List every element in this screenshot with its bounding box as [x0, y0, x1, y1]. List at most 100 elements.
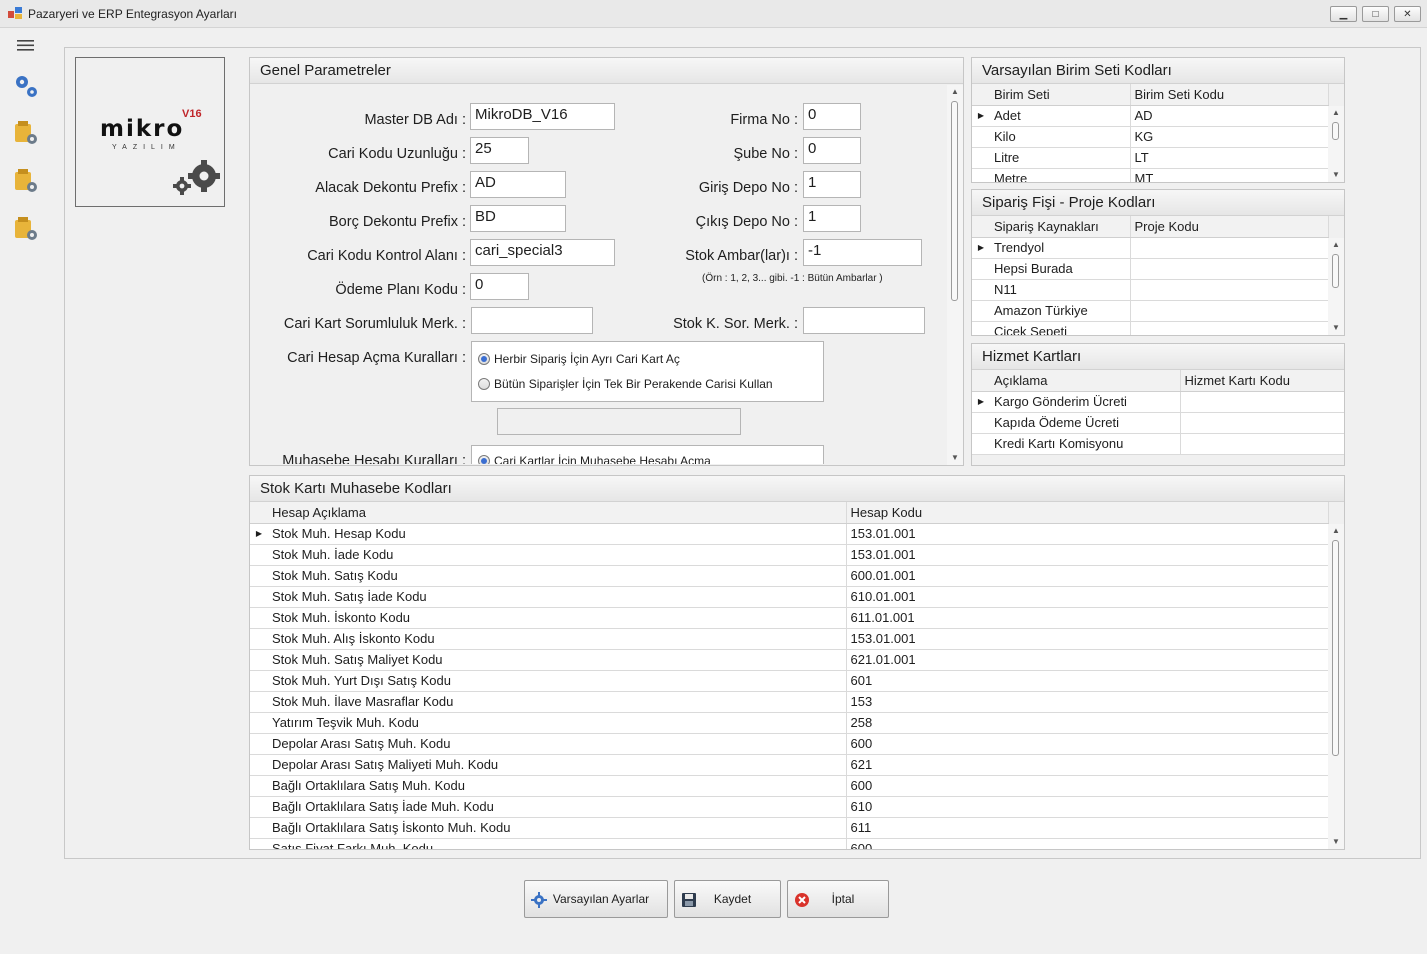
table-cell[interactable]: AD	[1130, 105, 1329, 127]
table-cell[interactable]: Stok Muh. İade Kodu	[268, 544, 847, 566]
cari-kontrol-input[interactable]: cari_special3	[470, 239, 615, 266]
column-header[interactable]: Proje Kodu	[1130, 216, 1329, 238]
table-cell[interactable]	[1180, 433, 1344, 455]
table-cell[interactable]: 611	[846, 817, 1329, 839]
table-row[interactable]: Bağlı Ortaklılara Satış İade Muh. Kodu 61…	[250, 796, 1329, 818]
folder-settings-icon[interactable]	[12, 118, 40, 146]
table-cell[interactable]: 153.01.001	[846, 628, 1329, 650]
table-row[interactable]: Stok Muh. Yurt Dışı Satış Kodu 601	[250, 670, 1329, 692]
table-cell[interactable]: Bağlı Ortaklılara Satış Muh. Kodu	[268, 775, 847, 797]
stok-sorumluluk-input[interactable]	[803, 307, 925, 334]
table-cell[interactable]	[1130, 258, 1329, 280]
radio-tek-cari[interactable]: Bütün Siparişler İçin Tek Bir Perakende …	[478, 377, 773, 391]
scroll-thumb[interactable]	[951, 101, 958, 301]
table-row[interactable]: Bağlı Ortaklılara Satış İskonto Muh. Kod…	[250, 817, 1329, 839]
table-cell[interactable]: 153.01.001	[846, 544, 1329, 566]
table-row[interactable]: Stok Muh. Alış İskonto Kodu 153.01.001	[250, 628, 1329, 650]
table-cell[interactable]: Stok Muh. İlave Masraflar Kodu	[268, 691, 847, 713]
table-cell[interactable]: KG	[1130, 126, 1329, 148]
birim-scrollbar[interactable]: ▲ ▼	[1328, 106, 1344, 182]
table-row[interactable]: Hepsi Burada	[972, 258, 1329, 280]
table-cell[interactable]: Çiçek Sepeti	[990, 321, 1131, 335]
cari-sorumluluk-input[interactable]	[471, 307, 593, 334]
cari-length-input[interactable]: 25	[470, 137, 529, 164]
radio-muhasebe-acma[interactable]: Cari Kartlar İçin Muhasebe Hesabı Açma	[478, 454, 711, 464]
table-cell[interactable]: 601	[846, 670, 1329, 692]
table-cell[interactable]: MT	[1130, 168, 1329, 182]
table-cell[interactable]: Stok Muh. Satış İade Kodu	[268, 586, 847, 608]
table-row[interactable]: ▶ Adet AD	[972, 105, 1329, 127]
cikis-depo-input[interactable]: 1	[803, 205, 861, 232]
stok-ambar-input[interactable]: -1	[803, 239, 922, 266]
table-row[interactable]: Stok Muh. Satış Kodu 600.01.001	[250, 565, 1329, 587]
table-cell[interactable]: Kilo	[990, 126, 1131, 148]
column-header[interactable]: Hesap Kodu	[846, 502, 1329, 524]
table-cell[interactable]: Yatırım Teşvik Muh. Kodu	[268, 712, 847, 734]
table-row[interactable]: Kapıda Ödeme Ücreti	[972, 412, 1344, 434]
table-row[interactable]: Stok Muh. İade Kodu 153.01.001	[250, 544, 1329, 566]
table-cell[interactable]	[1130, 300, 1329, 322]
table-cell[interactable]: 611.01.001	[846, 607, 1329, 629]
table-row[interactable]: Kredi Kartı Komisyonu	[972, 433, 1344, 455]
table-row[interactable]: ▶ Kargo Gönderim Ücreti	[972, 391, 1344, 413]
scroll-thumb[interactable]	[1332, 540, 1339, 756]
table-row[interactable]: N11	[972, 279, 1329, 301]
table-cell[interactable]	[1130, 237, 1329, 259]
table-cell[interactable]: 610.01.001	[846, 586, 1329, 608]
cancel-button[interactable]: İptal	[787, 880, 889, 918]
table-cell[interactable]: Trendyol	[990, 237, 1131, 259]
table-cell[interactable]	[1130, 321, 1329, 335]
column-header[interactable]: Hesap Açıklama	[268, 502, 847, 524]
scroll-thumb[interactable]	[1332, 122, 1339, 140]
save-button[interactable]: Kaydet	[674, 880, 781, 918]
giris-depo-input[interactable]: 1	[803, 171, 861, 198]
table-cell[interactable]: 600	[846, 733, 1329, 755]
table-cell[interactable]: Hepsi Burada	[990, 258, 1131, 280]
table-row[interactable]: Metre MT	[972, 168, 1329, 182]
table-row[interactable]: ▶ Stok Muh. Hesap Kodu 153.01.001	[250, 523, 1329, 545]
minimize-button[interactable]: ▁	[1330, 6, 1357, 22]
table-cell[interactable]: Depolar Arası Satış Maliyeti Muh. Kodu	[268, 754, 847, 776]
borc-prefix-input[interactable]: BD	[470, 205, 566, 232]
table-row[interactable]: Stok Muh. İskonto Kodu 611.01.001	[250, 607, 1329, 629]
scroll-down-icon[interactable]: ▼	[947, 451, 963, 465]
table-cell[interactable]: Bağlı Ortaklılara Satış İade Muh. Kodu	[268, 796, 847, 818]
table-cell[interactable]: Satış Fiyat Farkı Muh. Kodu	[268, 838, 847, 849]
table-row[interactable]: Litre LT	[972, 147, 1329, 169]
alacak-prefix-input[interactable]: AD	[470, 171, 566, 198]
table-cell[interactable]	[1180, 391, 1344, 413]
table-row[interactable]: Stok Muh. İlave Masraflar Kodu 153	[250, 691, 1329, 713]
table-row[interactable]: Depolar Arası Satış Muh. Kodu 600	[250, 733, 1329, 755]
scroll-down-icon[interactable]: ▼	[1328, 321, 1344, 335]
defaults-button[interactable]: Varsayılan Ayarlar	[524, 880, 668, 918]
folder-settings-icon[interactable]	[12, 214, 40, 242]
scroll-up-icon[interactable]: ▲	[1328, 238, 1344, 252]
table-cell[interactable]: Kredi Kartı Komisyonu	[990, 433, 1181, 455]
column-header[interactable]: Hizmet Kartı Kodu	[1180, 370, 1344, 392]
scroll-down-icon[interactable]: ▼	[1328, 835, 1344, 849]
table-cell[interactable]: 153.01.001	[846, 523, 1329, 545]
sube-no-input[interactable]: 0	[803, 137, 861, 164]
radio-ayri-cari[interactable]: Herbir Sipariş İçin Ayrı Cari Kart Aç	[478, 352, 680, 366]
table-cell[interactable]: Litre	[990, 147, 1131, 169]
table-cell[interactable]: 621.01.001	[846, 649, 1329, 671]
table-row[interactable]: Stok Muh. Satış İade Kodu 610.01.001	[250, 586, 1329, 608]
table-cell[interactable]: 153	[846, 691, 1329, 713]
table-cell[interactable]: 621	[846, 754, 1329, 776]
master-db-input[interactable]: MikroDB_V16	[470, 103, 615, 130]
table-row[interactable]: Çiçek Sepeti	[972, 321, 1329, 335]
table-cell[interactable]	[1180, 412, 1344, 434]
table-row[interactable]: Amazon Türkiye	[972, 300, 1329, 322]
table-cell[interactable]: Stok Muh. Satış Maliyet Kodu	[268, 649, 847, 671]
table-row[interactable]: Yatırım Teşvik Muh. Kodu 258	[250, 712, 1329, 734]
scroll-up-icon[interactable]: ▲	[947, 85, 963, 99]
firma-no-input[interactable]: 0	[803, 103, 861, 130]
table-cell[interactable]	[1130, 279, 1329, 301]
column-header[interactable]: Açıklama	[990, 370, 1181, 392]
table-cell[interactable]: Adet	[990, 105, 1131, 127]
table-cell[interactable]: 610	[846, 796, 1329, 818]
table-cell[interactable]: Bağlı Ortaklılara Satış İskonto Muh. Kod…	[268, 817, 847, 839]
odeme-plani-input[interactable]: 0	[470, 273, 529, 300]
table-cell[interactable]: 258	[846, 712, 1329, 734]
table-row[interactable]: Bağlı Ortaklılara Satış Muh. Kodu 600	[250, 775, 1329, 797]
